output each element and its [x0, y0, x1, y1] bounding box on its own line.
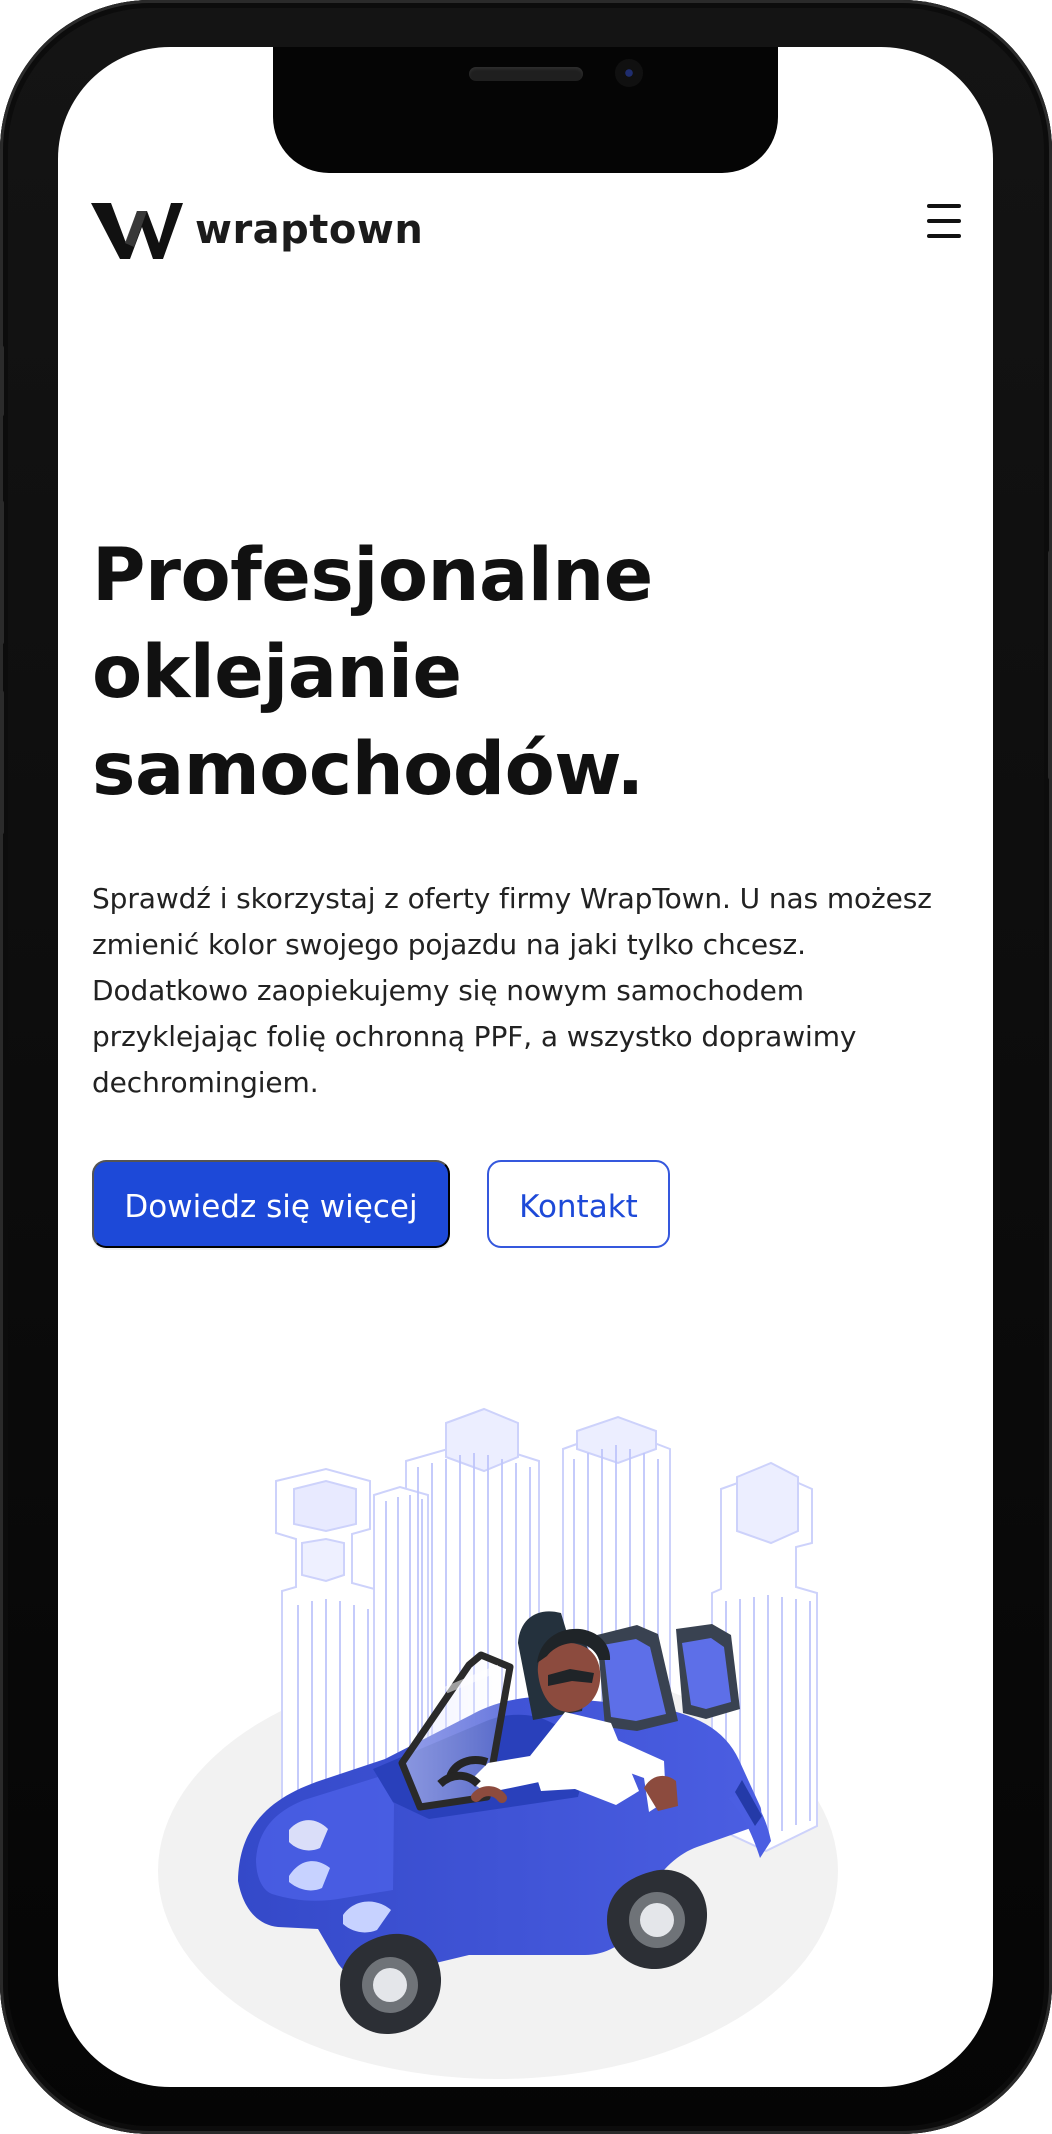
hero-actions: Dowiedz się więcej Kontakt [92, 1160, 792, 1250]
speaker [469, 67, 583, 81]
contact-button[interactable]: Kontakt [487, 1160, 670, 1248]
phone-frame: wraptown Profesjonalne oklejanie samocho… [0, 0, 1052, 2134]
phone-side-button [0, 690, 4, 835]
hero-description: Sprawdź i skorzystaj z oferty firmy Wrap… [92, 876, 982, 1106]
phone-side-button [0, 345, 4, 417]
hero-description-line: przyklejając folię ochronną PPF, a wszys… [92, 1020, 857, 1053]
hero-title: Profesjonalne oklejanie samochodów. [92, 527, 822, 818]
hero-description-line: zmienić kolor swojego pojazdu na jaki ty… [92, 928, 806, 961]
hero-title-line: oklejanie [92, 630, 462, 715]
hero-title-line: Profesjonalne [92, 533, 653, 618]
phone-notch [273, 47, 778, 173]
hero-description-line: Dodatkowo zaopiekujemy się nowym samocho… [92, 974, 804, 1007]
hero-illustration [146, 1379, 870, 2087]
hamburger-icon [927, 219, 961, 223]
wraptown-logo-icon [91, 203, 183, 259]
hamburger-icon [927, 234, 961, 238]
site-header: wraptown [89, 192, 963, 270]
camera [615, 59, 643, 87]
hero-description-line: Sprawdź i skorzystaj z oferty firmy Wrap… [92, 882, 932, 915]
hero-description-line: dechromingiem. [92, 1066, 319, 1099]
brand-name: wraptown [195, 207, 424, 253]
hamburger-icon [927, 204, 961, 208]
phone-screen: wraptown Profesjonalne oklejanie samocho… [58, 47, 993, 2087]
learn-more-button[interactable]: Dowiedz się więcej [92, 1160, 450, 1248]
hero-title-line: samochodów. [92, 727, 644, 812]
menu-button[interactable] [927, 204, 961, 238]
phone-side-button [0, 500, 4, 645]
brand-logo[interactable]: wraptown [89, 192, 423, 270]
phone-side-button [1048, 550, 1052, 780]
car-city-illustration [158, 1407, 838, 2079]
